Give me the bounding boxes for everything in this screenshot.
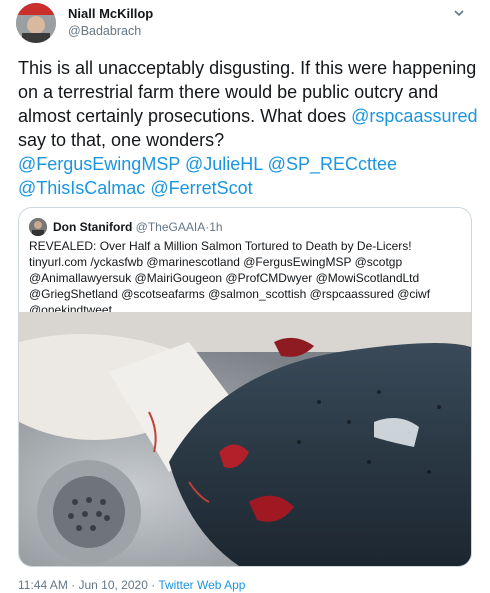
mention-link[interactable]: @JulieHL: [185, 154, 263, 174]
avatar[interactable]: [16, 3, 56, 43]
mention-link[interactable]: @FerretScot: [150, 178, 252, 198]
mention-link[interactable]: @FergusEwingMSP: [18, 154, 180, 174]
quoted-author-name[interactable]: Don Staniford: [53, 220, 132, 234]
source-app-link[interactable]: Twitter Web App: [158, 578, 245, 592]
author-name[interactable]: Niall McKillop: [68, 6, 153, 21]
chevron-down-icon[interactable]: [452, 6, 466, 20]
mention-link[interactable]: @ThisIsCalmac: [18, 178, 145, 198]
quoted-header: Don Staniford @TheGAAIA·1h: [53, 220, 223, 234]
tweet-text: This is all unacceptably disgusting. If …: [18, 56, 480, 200]
tweet-header: Niall McKillop @Badabrach: [16, 0, 476, 50]
author-handle[interactable]: @Badabrach: [68, 24, 141, 38]
mention-link[interactable]: @rspcaassured: [351, 106, 477, 126]
quoted-text: REVEALED: Over Half a Million Salmon Tor…: [29, 239, 431, 317]
quoted-tweet[interactable]: Don Staniford @TheGAAIA·1h REVEALED: Ove…: [18, 207, 472, 567]
mention-link[interactable]: @SP_RECcttee: [268, 154, 397, 174]
tweet-card: Niall McKillop @Badabrach This is all un…: [0, 0, 490, 593]
tweet-text-segment: say to that, one wonders?: [18, 130, 225, 150]
quoted-time[interactable]: 1h: [209, 220, 222, 234]
quoted-media-image[interactable]: [19, 312, 471, 566]
tweet-footer: 11:44 AM · Jun 10, 2020 · Twitter Web Ap…: [18, 578, 245, 592]
tweet-timestamp[interactable]: 11:44 AM · Jun 10, 2020 ·: [18, 578, 155, 592]
quoted-author-handle[interactable]: @TheGAAIA: [136, 220, 206, 234]
quoted-avatar[interactable]: [29, 218, 47, 236]
